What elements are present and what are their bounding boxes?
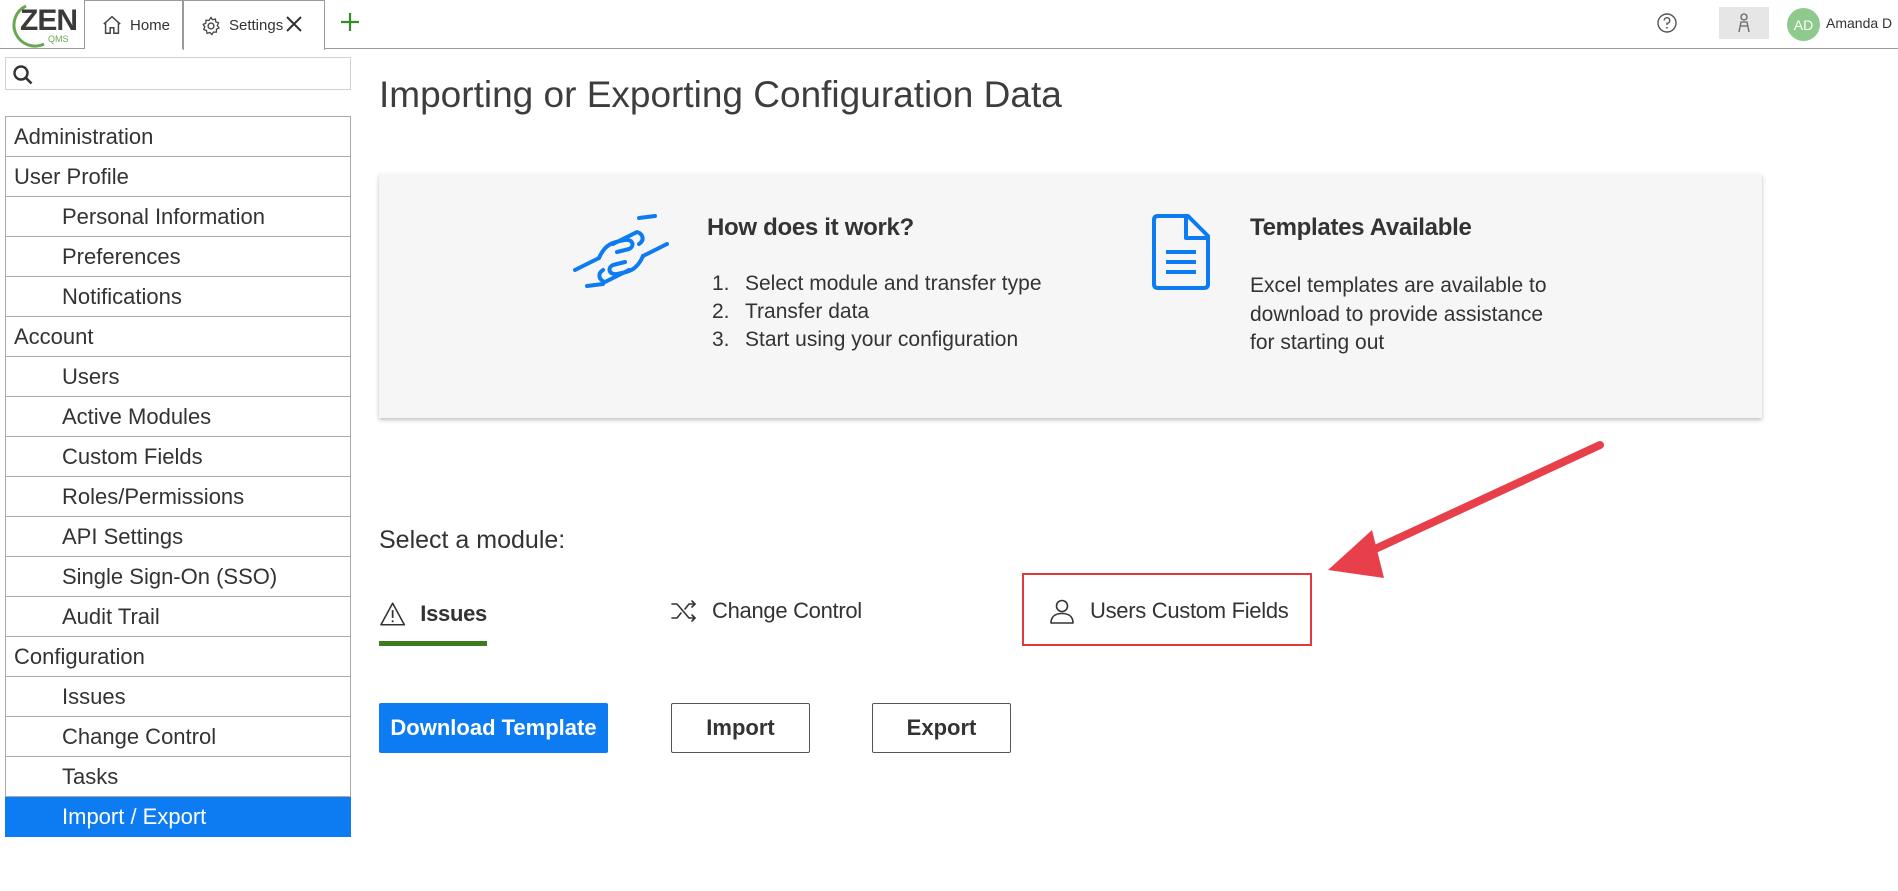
step-item: 3. Start using your configuration (707, 328, 1042, 356)
sidebar-item-label: Notifications (62, 283, 182, 309)
tab-settings[interactable]: Settings (183, 0, 325, 50)
sidebar-item-label: Administration (14, 123, 154, 149)
sidebar-item-label: Tasks (62, 763, 119, 789)
gear-icon (202, 16, 220, 35)
sidebar-menu: Administration User Profile Personal Inf… (5, 116, 351, 837)
sidebar-item-sso[interactable]: Single Sign-On (SSO) (5, 557, 351, 597)
shuffle-icon (671, 600, 696, 622)
step-text: Select module and transfer type (745, 272, 1042, 295)
step-text: Transfer data (745, 300, 870, 323)
warning-icon (380, 601, 406, 626)
sidebar-item-label: Custom Fields (62, 443, 203, 469)
sidebar-item-label: Import / Export (62, 803, 207, 829)
sidebar-item-label: Personal Information (62, 203, 265, 229)
sidebar-item-change-control[interactable]: Change Control (5, 717, 351, 757)
module-tab-issues[interactable]: Issues (379, 590, 487, 646)
sidebar-item-label: Active Modules (62, 403, 212, 429)
sidebar-item-tasks[interactable]: Tasks (5, 757, 351, 797)
sidebar-item-preferences[interactable]: Preferences (5, 237, 351, 277)
steps-list: 1. Select module and transfer type 2. Tran… (707, 272, 1042, 356)
tab-home-label: Home (130, 16, 171, 34)
sidebar-item-label: Users (62, 363, 120, 389)
sidebar-item-label: Change Control (62, 723, 217, 749)
sidebar-item-account[interactable]: Account (5, 317, 351, 357)
search-input[interactable] (5, 57, 351, 90)
sidebar-item-configuration[interactable]: Configuration (5, 637, 351, 677)
page-title: Importing or Exporting Configuration Dat… (379, 74, 1062, 115)
home-icon (103, 15, 121, 34)
sidebar-item-label: Audit Trail (62, 603, 160, 629)
sidebar-item-label: Preferences (62, 243, 181, 269)
sidebar-item-label: User Profile (14, 163, 129, 189)
notifications-button[interactable] (1719, 7, 1769, 39)
sidebar-item-label: API Settings (62, 523, 184, 549)
sidebar-item-label: Single Sign-On (SSO) (62, 563, 278, 589)
templates-title: Templates Available (1250, 214, 1472, 241)
step-number: 3. (712, 328, 730, 351)
sidebar-item-administration[interactable]: Administration (5, 117, 351, 157)
zen-qms-logo[interactable]: ZEN QMS (0, 0, 84, 48)
handshake-icon (573, 214, 669, 288)
step-item: 2. Transfer data (707, 300, 1042, 328)
sidebar-item-label: Account (14, 323, 94, 349)
step-number: 2. (712, 300, 730, 323)
logo-text: ZEN (20, 4, 78, 37)
sidebar-item-personal-information[interactable]: Personal Information (5, 197, 351, 237)
step-item: 1. Select module and transfer type (707, 272, 1042, 300)
sidebar-item-users[interactable]: Users (5, 357, 351, 397)
sidebar-item-label: Issues (62, 683, 126, 709)
sidebar-item-api-settings[interactable]: API Settings (5, 517, 351, 557)
sidebar-item-label: Configuration (14, 643, 145, 669)
step-number: 1. (712, 272, 730, 295)
close-icon[interactable] (283, 13, 305, 35)
templates-description: Excel templates are available to downloa… (1250, 274, 1547, 354)
download-template-button[interactable]: Download Template (379, 703, 608, 753)
how-it-works-title: How does it work? (707, 214, 914, 241)
module-tab-label: Issues (420, 600, 487, 626)
sidebar-item-label: Roles/Permissions (62, 483, 245, 509)
import-button[interactable]: Import (671, 703, 810, 753)
annotation-highlight-box (1022, 573, 1312, 646)
user-name[interactable]: Amanda D (1826, 15, 1892, 31)
export-button[interactable]: Export (872, 703, 1011, 753)
tab-settings-label: Settings (229, 17, 284, 34)
sidebar-item-custom-fields[interactable]: Custom Fields (5, 437, 351, 477)
sidebar-item-user-profile[interactable]: User Profile (5, 157, 351, 197)
module-tab-label: Change Control (712, 598, 862, 623)
step-text: Start using your configuration (745, 328, 1019, 351)
search-icon (13, 65, 33, 85)
sidebar-item-import-export[interactable]: Import / Export (5, 797, 351, 837)
sidebar-item-notifications[interactable]: Notifications (5, 277, 351, 317)
select-module-label: Select a module: (379, 526, 566, 554)
sidebar-item-roles-permissions[interactable]: Roles/Permissions (5, 477, 351, 517)
avatar[interactable]: AD (1787, 8, 1820, 41)
sidebar-item-active-modules[interactable]: Active Modules (5, 397, 351, 437)
add-tab-icon[interactable] (338, 10, 362, 34)
sidebar-item-issues[interactable]: Issues (5, 677, 351, 717)
person-figure-icon (1738, 13, 1750, 33)
tab-home[interactable]: Home (84, 0, 183, 49)
logo-subtext: QMS (48, 34, 69, 44)
sidebar-item-audit-trail[interactable]: Audit Trail (5, 597, 351, 637)
help-icon[interactable] (1656, 12, 1678, 34)
document-icon (1152, 214, 1210, 290)
module-tab-change-control[interactable]: Change Control (670, 588, 862, 634)
top-bar: ZEN QMS Home Settings AD Amanda D (0, 0, 1898, 50)
